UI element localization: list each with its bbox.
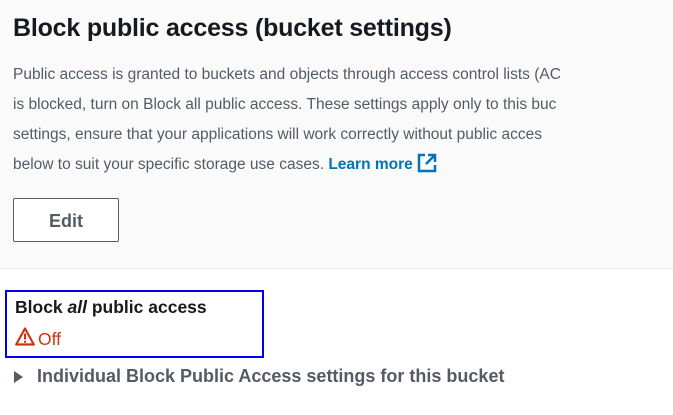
block-all-public-access-label: Block all public access xyxy=(15,297,207,318)
block-all-public-access-highlight: Block all public access Off xyxy=(5,290,264,358)
label-prefix: Block xyxy=(15,297,68,317)
warning-icon xyxy=(15,327,35,351)
bucket-permissions-page: Block public access (bucket settings) Pu… xyxy=(0,0,673,415)
block-all-status: Off xyxy=(15,327,61,351)
section-description: Public access is granted to buckets and … xyxy=(13,60,673,180)
edit-button[interactable]: Edit xyxy=(13,198,119,242)
description-text: below to suit your specific storage use … xyxy=(13,156,329,173)
block-public-access-header: Block public access (bucket settings) Pu… xyxy=(0,0,673,269)
label-emphasis: all xyxy=(67,297,87,317)
status-text: Off xyxy=(38,328,62,349)
individual-settings-expander[interactable]: Individual Block Public Access settings … xyxy=(14,366,504,387)
learn-more-link[interactable]: Learn more xyxy=(328,156,412,173)
description-line: settings, ensure that your applications … xyxy=(13,126,542,143)
expander-label: Individual Block Public Access settings … xyxy=(37,366,505,386)
section-title: Block public access (bucket settings) xyxy=(13,14,452,42)
description-line: Public access is granted to buckets and … xyxy=(13,66,561,83)
caret-right-icon xyxy=(14,370,23,383)
external-link-icon[interactable] xyxy=(417,153,437,184)
description-line: is blocked, turn on Block all public acc… xyxy=(13,96,557,113)
description-line-last: below to suit your specific storage use … xyxy=(13,150,673,180)
label-suffix: public access xyxy=(87,297,207,317)
